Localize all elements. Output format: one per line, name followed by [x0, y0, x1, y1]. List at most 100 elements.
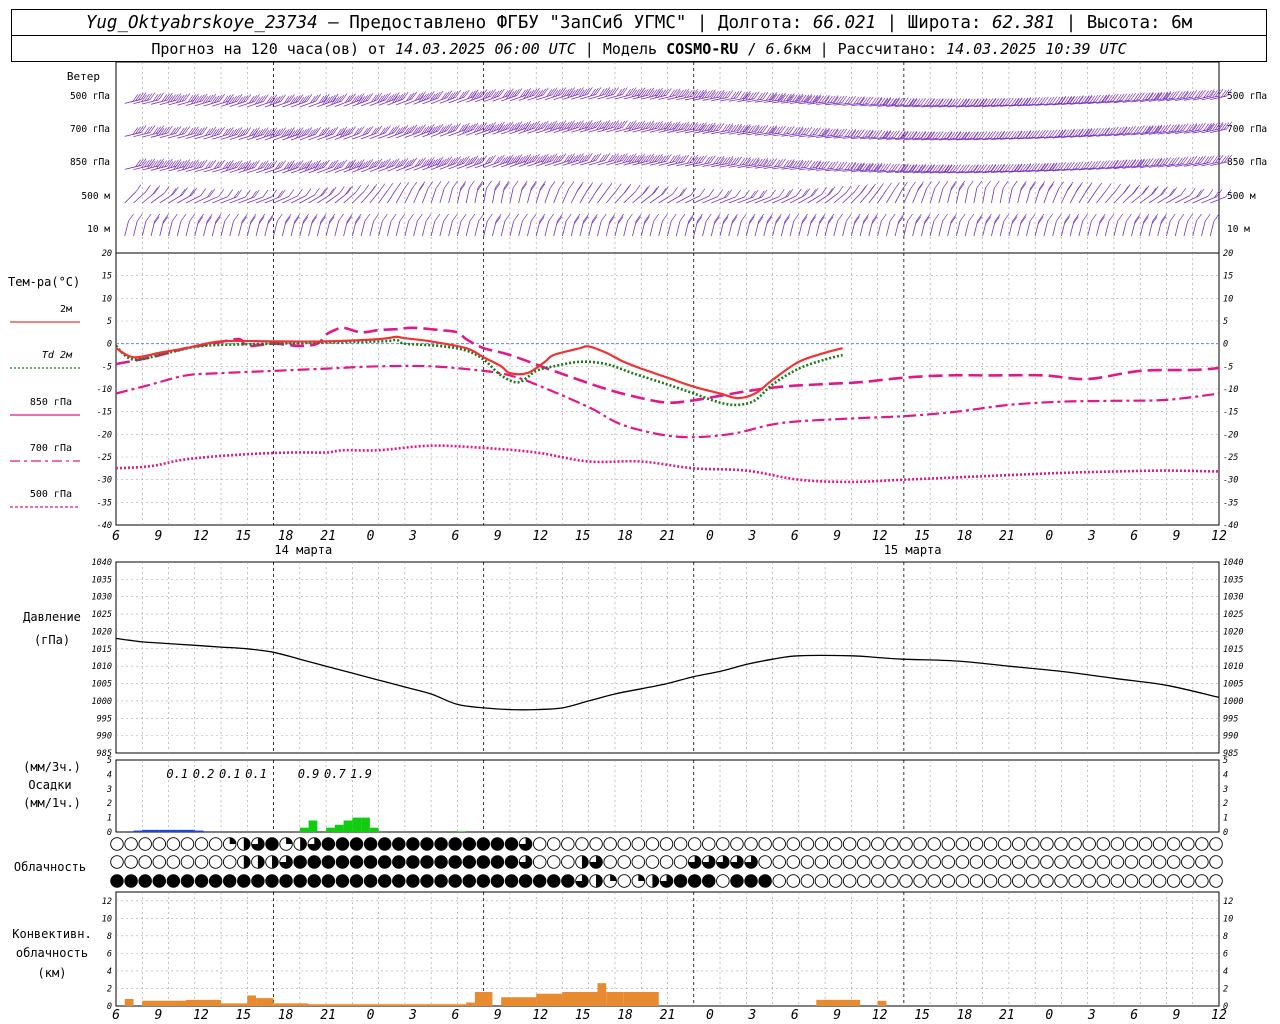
wind-barb-feather [521, 183, 527, 191]
wind-barb [1113, 213, 1123, 237]
wind-barb-feather [1117, 213, 1123, 222]
cloud-circle [716, 874, 730, 888]
hour-label-top: 3 [747, 529, 756, 544]
wind-barb-feather [200, 188, 207, 196]
cloud-circle [434, 874, 448, 888]
wind-barb [439, 213, 449, 237]
wind-barb-shaft [422, 188, 429, 204]
cloud-symbol [392, 855, 406, 869]
cloud-circle [307, 874, 322, 888]
cloud-circle [1181, 874, 1195, 888]
cloud-circle [420, 874, 434, 888]
wind-barb [544, 120, 567, 134]
hour-label-bottom: 9 [494, 1008, 502, 1023]
wind-barb-shaft [430, 188, 437, 204]
wind-barb [597, 120, 619, 133]
wind-barb-feather [530, 183, 536, 191]
hour-label-bottom: 15 [575, 1008, 591, 1023]
wind-barb-shaft [719, 196, 736, 204]
cloud-symbol [927, 855, 941, 869]
wind-barb [1122, 184, 1140, 204]
cloud-circle [673, 855, 688, 869]
cloud-circle [1068, 837, 1082, 851]
cloud-circle [349, 837, 364, 851]
wind-barb [632, 213, 642, 237]
wind-barb-feather [1031, 130, 1037, 138]
cloud-symbol [265, 855, 279, 869]
wind-barb [360, 213, 371, 237]
hour-label-bottom: 0 [1045, 1008, 1053, 1023]
cloud-circle [955, 837, 970, 851]
cloud-circle [744, 837, 758, 851]
cloud-circle [152, 855, 167, 869]
cloud-circle [857, 855, 871, 869]
cloud-circle [504, 855, 519, 869]
wind-barb-shaft [465, 220, 471, 237]
cloud-symbol [321, 837, 336, 851]
wind-barb [999, 180, 1009, 204]
cloud-symbol [885, 837, 899, 851]
wind-barb-feather [796, 188, 802, 197]
cloud-fill [652, 874, 659, 888]
cloud-circle [575, 837, 589, 851]
wind-barb [527, 153, 549, 167]
precip-ytick-left: 4 [107, 770, 112, 780]
cloud-symbol [645, 855, 660, 869]
wind-barb-feather [1171, 157, 1177, 165]
wind-barb [238, 213, 248, 237]
cloud-circle [166, 837, 181, 851]
wind-barb-feather [723, 213, 730, 222]
wind-barb-feather [345, 187, 351, 195]
wind-barb-feather [830, 161, 836, 169]
wind-barb [544, 181, 556, 204]
wind-barb [982, 213, 992, 237]
wind-barb-shaft [938, 220, 943, 237]
cloud-symbol [899, 837, 913, 851]
cloud-circle [1040, 855, 1054, 869]
cloud-circle [208, 855, 223, 869]
wind-barb-feather [495, 213, 502, 222]
cloud-circle [420, 837, 434, 851]
wind-barb [203, 159, 225, 173]
wind-barb [1139, 186, 1159, 204]
wind-barb-feather [613, 87, 619, 95]
wind-barb-feather [294, 213, 301, 222]
wind-barb-feather [670, 213, 677, 222]
cloud-circle [349, 855, 364, 869]
wind-barb [807, 160, 830, 171]
hour-label-top: 15 [914, 529, 930, 544]
cloud-circle [997, 837, 1012, 851]
wind-barb [588, 87, 611, 100]
cloud-circle [110, 855, 124, 869]
wind-barb [842, 213, 852, 237]
wind-barb-feather [379, 183, 386, 191]
wind-barb-feather [759, 158, 766, 166]
cloud-circle [1026, 837, 1040, 851]
cloud-symbol [152, 837, 167, 851]
cloud-title: Облачность [14, 860, 86, 874]
wind-level-label-left: 500 гПа [70, 91, 110, 102]
wind-barb-feather [539, 183, 546, 191]
wind-barb-feather [1143, 185, 1150, 193]
cloud-symbol [307, 855, 322, 869]
wind-barb-feather [197, 216, 204, 224]
wind-barb [640, 213, 651, 237]
precip-label: 1.9 [350, 767, 372, 781]
wind-barb-shaft [360, 220, 366, 237]
conv-ytick-left: 4 [107, 967, 112, 977]
cloud-symbol [152, 855, 167, 869]
wind-barb [133, 213, 143, 237]
wind-barb-feather [897, 216, 904, 224]
wind-barb-feather [355, 213, 362, 222]
cloud-symbol [124, 837, 138, 851]
wind-barb-shaft [133, 220, 138, 237]
wind-barb-shaft [1087, 189, 1097, 204]
cloud-circle [730, 837, 744, 851]
wind-barb-feather [1122, 186, 1129, 194]
wind-barb [483, 88, 505, 102]
wind-barb-feather [654, 154, 661, 162]
wind-barb-feather [513, 213, 519, 222]
wind-barb-feather [837, 186, 844, 194]
wind-barb-feather [894, 182, 900, 190]
wind-barb-shaft [439, 188, 445, 204]
